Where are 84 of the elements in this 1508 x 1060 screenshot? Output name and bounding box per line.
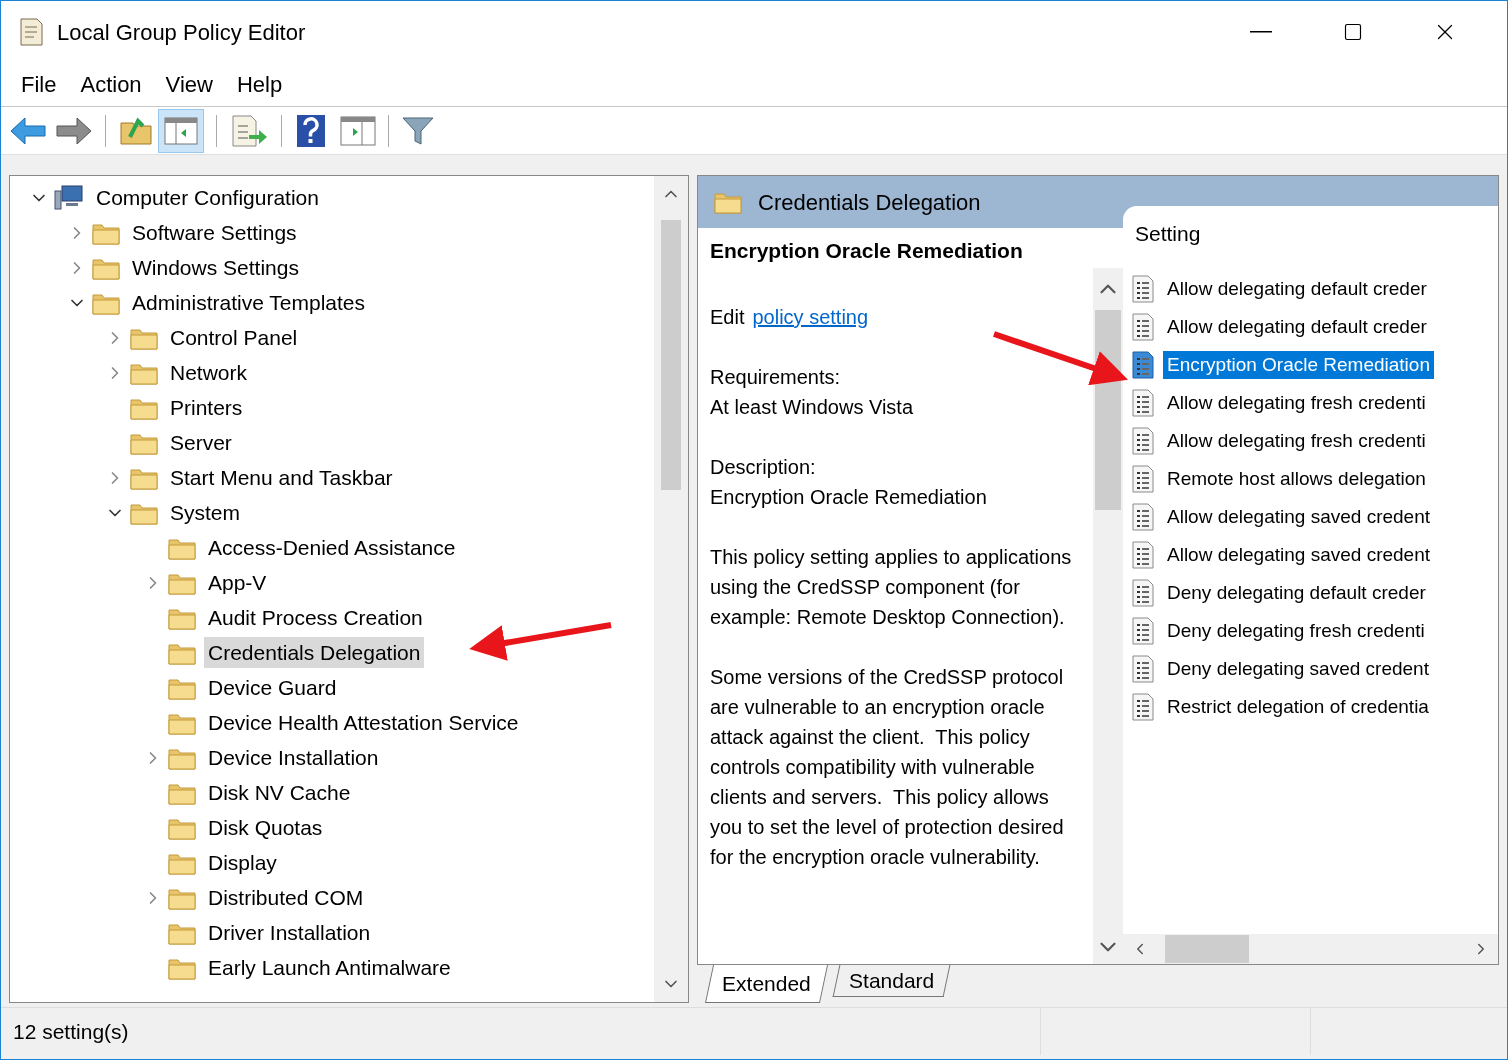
setting-row[interactable]: Encryption Oracle Remediation [1163,350,1434,380]
view-tab[interactable]: Standard [832,965,951,997]
document-list-icon [1131,655,1155,683]
tree-item[interactable]: Server [166,426,236,459]
menu-item[interactable]: View [153,68,225,101]
tree-item[interactable]: Credentials Delegation [204,636,425,669]
document-list-icon [1131,503,1155,531]
vertical-scrollbar[interactable] [654,176,688,1002]
tree-item[interactable]: Start Menu and Taskbar [166,461,397,494]
panel-right-icon[interactable] [340,115,376,146]
horizontal-scrollbar[interactable] [1123,934,1498,964]
scrollbar-thumb[interactable] [1165,935,1249,963]
setting-row[interactable]: Deny delegating default creder [1163,578,1430,608]
setting-row[interactable]: Allow delegating saved credent [1163,502,1434,532]
tree-item[interactable]: Disk Quotas [204,811,327,844]
document-list-icon [1131,427,1155,455]
description-text: Some versions of the CredSSP protocol are vulnerable to an encryption oracle attack against the client. This policy controls compatibility with vulnerable clients and servers. This policy allows you to set the level of protection desired for the encryption oracle vulnerability. [710,665,1065,870]
tree-item[interactable]: Control Panel [166,321,302,354]
tree-item[interactable]: Windows Settings [128,251,303,284]
document-list-icon [1131,465,1155,493]
show-hide-tree-button[interactable] [158,108,204,153]
setting-row[interactable]: Remote host allows delegation [1163,464,1430,494]
menu-item[interactable]: Help [224,68,295,101]
minimize-icon [1250,31,1272,33]
tree-item[interactable]: Distributed COM [204,881,368,914]
document-list-icon [1131,351,1155,379]
tree-item[interactable]: Disk NV Cache [204,776,355,809]
description-text: Description: [710,455,817,480]
tree-item[interactable]: Device Installation [204,741,383,774]
edit-label: Edit [710,305,745,330]
panel-header-title: Credentials Delegation [758,188,981,217]
tree-item[interactable]: Network [166,356,252,389]
tree-item[interactable]: Printers [166,391,247,424]
menu-item[interactable]: File [9,68,69,101]
tree-item[interactable]: App-V [204,566,271,599]
computer-icon [54,184,84,211]
tree-item[interactable]: System [166,496,244,529]
policy-document-icon [17,17,45,47]
panel-left-icon [164,116,198,145]
export-list-icon[interactable] [229,113,269,148]
tree-item[interactable]: Device Guard [204,671,341,704]
view-tab[interactable]: Extended [704,965,828,1003]
description-text: This policy setting applies to applications using the CredSSP component (for example: Remote Desktop Connection). [710,545,1073,630]
setting-row[interactable]: Allow delegating saved credent [1163,540,1434,570]
description-text: Requirements: [710,365,842,390]
maximize-icon [1343,22,1363,42]
setting-row[interactable]: Allow delegating default creder [1163,274,1431,304]
column-header[interactable]: Setting [1123,206,1498,270]
help-icon[interactable] [294,113,328,148]
setting-row[interactable]: Allow delegating default creder [1163,312,1431,342]
menu-item[interactable]: Action [68,68,154,101]
document-list-icon [1131,541,1155,569]
document-list-icon [1131,693,1155,721]
tree-item[interactable]: Access-Denied Assistance [204,531,460,564]
policy-title: Encryption Oracle Remediation [710,238,1024,264]
forward-arrow-icon[interactable] [53,114,93,147]
setting-row[interactable]: Restrict delegation of credentia [1163,692,1433,722]
tree-item[interactable]: Driver Installation [204,916,375,949]
folder-icon [714,190,742,214]
policy-setting-link[interactable]: policy setting [752,302,869,332]
description-text: Encryption Oracle Remediation [710,485,988,510]
document-list-icon [1131,617,1155,645]
window-title: Local Group Policy Editor [57,18,306,47]
setting-row[interactable]: Allow delegating fresh credenti [1163,426,1430,456]
description-text: At least Windows Vista [710,395,915,420]
document-list-icon [1131,579,1155,607]
status-text: 12 setting(s) [1,1008,1041,1055]
document-list-icon [1131,313,1155,341]
vertical-scrollbar[interactable] [1093,268,1123,964]
filter-icon[interactable] [401,114,435,147]
document-list-icon [1131,275,1155,303]
setting-row[interactable]: Deny delegating fresh credenti [1163,616,1429,646]
tree-item[interactable]: Device Health Attestation Service [204,706,523,739]
tree-item[interactable]: Audit Process Creation [204,601,427,634]
document-list-icon [1131,389,1155,417]
back-arrow-icon[interactable] [9,114,49,147]
tree-item[interactable]: Display [204,846,281,879]
scrollbar-thumb[interactable] [661,220,681,490]
tree-item[interactable]: Software Settings [128,216,301,249]
tree-item[interactable]: Early Launch Antimalware [204,951,455,984]
setting-row[interactable]: Allow delegating fresh credenti [1163,388,1430,418]
tree-item[interactable]: Computer Configuration [92,181,323,214]
tree-item[interactable]: Administrative Templates [128,286,370,319]
setting-row[interactable]: Deny delegating saved credent [1163,654,1433,684]
